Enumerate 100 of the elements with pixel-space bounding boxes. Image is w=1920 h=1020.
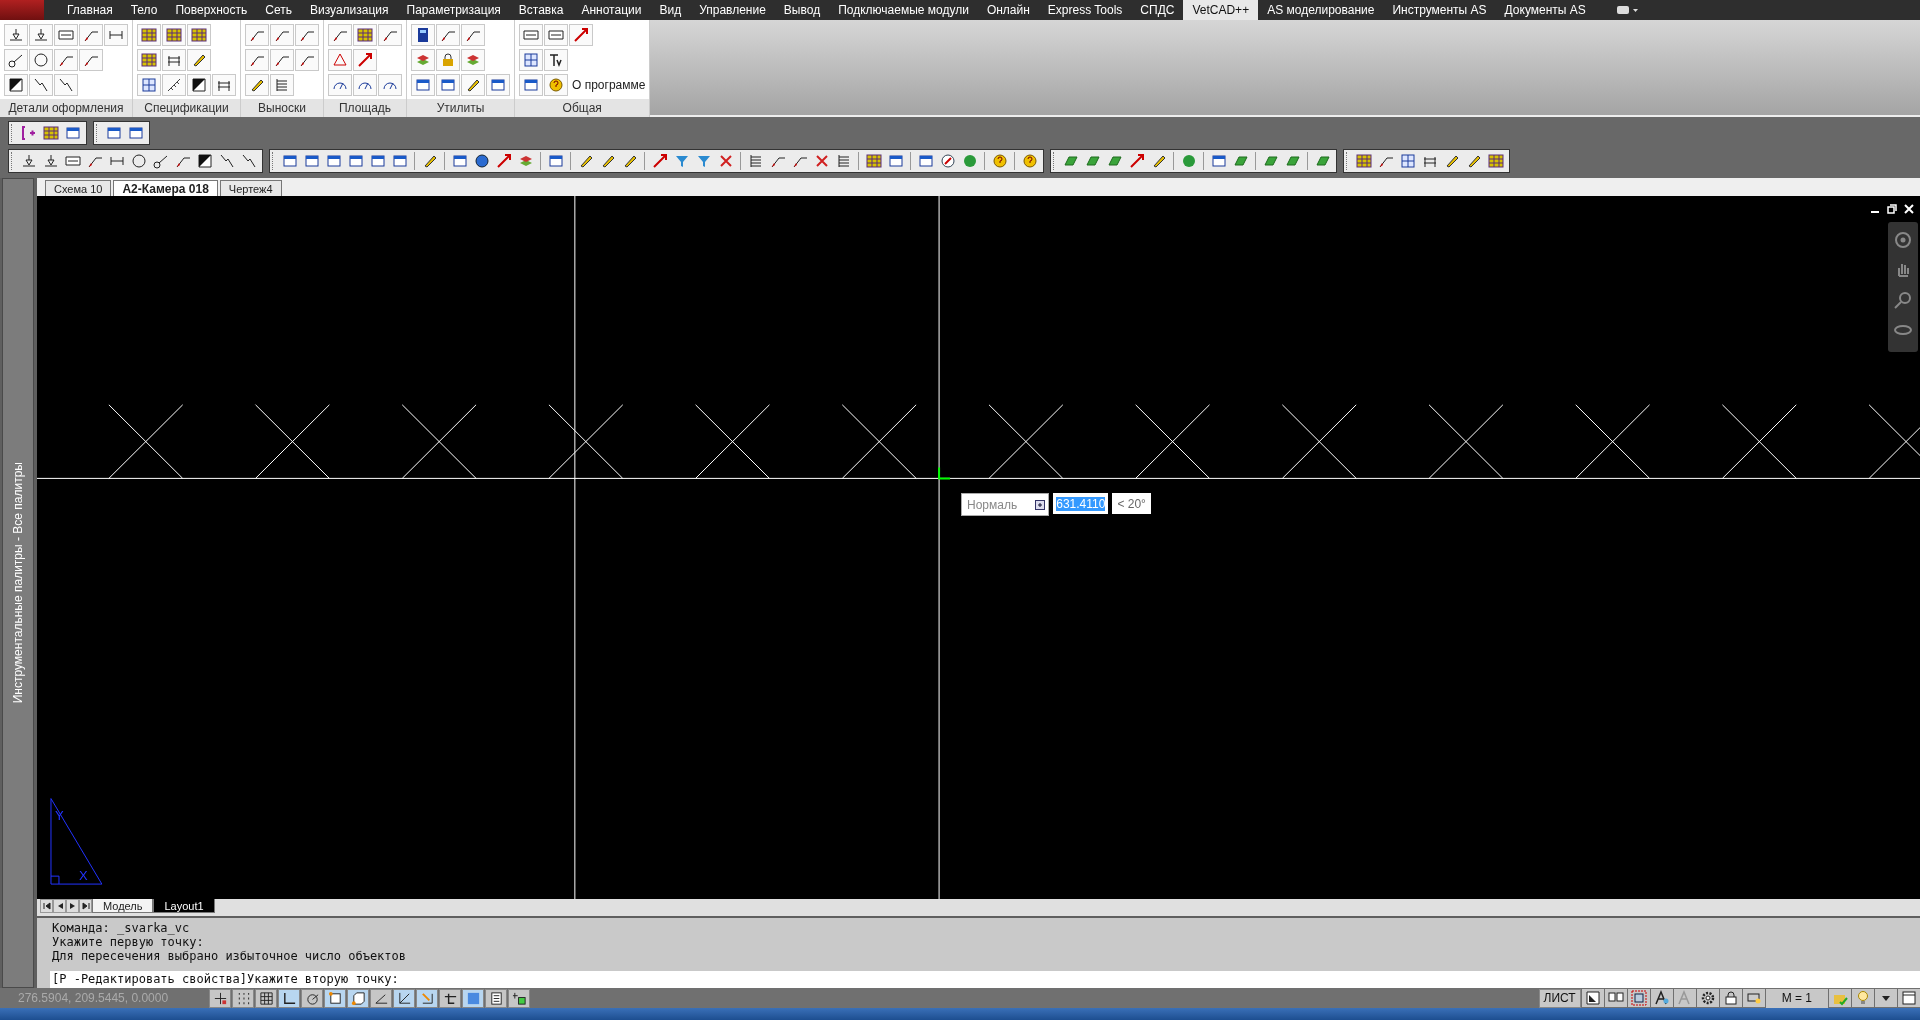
window-icon <box>127 125 144 141</box>
tool-button[interactable] <box>187 23 211 46</box>
status-toggle-button[interactable] <box>462 988 484 1008</box>
close-icon[interactable] <box>1904 204 1914 214</box>
status-toggle-button[interactable] <box>370 988 392 1008</box>
layout-tab[interactable]: Layout1 <box>153 899 215 913</box>
tool-button[interactable] <box>411 23 435 46</box>
settings-icon[interactable] <box>1696 989 1719 1007</box>
ribbon-tab[interactable]: Главная <box>58 0 122 20</box>
tool-button[interactable] <box>162 73 186 96</box>
ribbon-tab[interactable]: Вывод <box>774 0 830 20</box>
ribbon-tab[interactable]: Поверхность <box>166 0 257 20</box>
tool-button[interactable] <box>4 48 28 71</box>
status-toggle-button[interactable] <box>232 988 254 1008</box>
cube-icon <box>1284 153 1301 169</box>
command-history-line: Укажите первую точку: <box>52 935 205 949</box>
table-icon <box>1355 153 1372 169</box>
window-icon[interactable] <box>1898 989 1920 1007</box>
about-label[interactable]: О программе <box>572 77 646 92</box>
caret-icon[interactable] <box>1875 989 1897 1007</box>
ribbon-tab[interactable]: СПДС <box>1131 0 1184 20</box>
tool-button[interactable] <box>245 73 269 96</box>
status-toggle-button[interactable] <box>324 988 346 1008</box>
tool-button[interactable] <box>212 73 236 96</box>
drawing-tab[interactable]: А2-Камера 018 <box>113 180 218 196</box>
ribbon-tab[interactable]: Вид <box>650 0 691 20</box>
dropdown-icon[interactable] <box>1035 499 1046 510</box>
ribbon-tab[interactable]: Параметризация <box>397 0 510 20</box>
tool-button[interactable] <box>411 73 435 96</box>
two-windows-icon[interactable] <box>1604 989 1627 1007</box>
ribbon-tab[interactable]: Аннотации <box>572 0 651 20</box>
tool-button[interactable] <box>187 48 211 71</box>
ribbon-tab[interactable]: Онлайн <box>977 0 1039 20</box>
layout-tab[interactable]: Модель <box>92 899 154 913</box>
status-toggle-button[interactable] <box>485 988 507 1008</box>
level-mark-icon <box>42 153 59 169</box>
window-icon <box>325 153 342 169</box>
status-toggle-button[interactable] <box>347 988 369 1008</box>
status-toggle-button[interactable] <box>301 988 323 1008</box>
filter-icon <box>673 153 690 169</box>
dynamic-input-mode[interactable]: Нормаль <box>961 493 1050 516</box>
tool-button[interactable] <box>137 23 161 46</box>
ribbon-tab[interactable]: Управление <box>690 0 775 20</box>
ribbon-tab[interactable]: VetCAD++ <box>1183 0 1259 20</box>
status-toggle-button[interactable] <box>255 988 277 1008</box>
tool-button[interactable] <box>519 73 543 96</box>
ribbon-tab[interactable]: Вставка <box>509 0 573 20</box>
tool-button[interactable] <box>353 23 377 46</box>
status-toggle-button[interactable] <box>508 988 530 1008</box>
ribbon-tab[interactable]: Подключаемые модули <box>829 0 978 20</box>
tab-scroll-button[interactable] <box>53 899 66 913</box>
scale-readout: M = 1 <box>1765 988 1828 1008</box>
filled-corner-icon <box>191 76 207 93</box>
tool-button[interactable] <box>29 48 53 71</box>
help-icon <box>548 76 564 93</box>
restore-icon[interactable] <box>1887 204 1897 214</box>
status-toggle-button[interactable] <box>416 988 438 1008</box>
command-history-line: Команда: _svarka_vc <box>52 921 191 935</box>
status-toggle-button[interactable] <box>278 988 300 1008</box>
ribbon-tab[interactable]: Документы AS <box>1495 0 1595 20</box>
window-icon <box>105 125 122 141</box>
drawing-tab[interactable]: Схема 10 <box>45 180 112 196</box>
command-input-field[interactable]: [Р -Редактировать свойства]Укажите вторую точку: <box>50 971 1920 988</box>
ribbon-tab[interactable]: Express Tools <box>1038 0 1132 20</box>
tool-button[interactable] <box>4 73 28 96</box>
tool-button[interactable] <box>544 48 568 71</box>
layout-icon[interactable] <box>1581 989 1604 1007</box>
grid-icon <box>1399 153 1416 169</box>
ribbon-tab[interactable]: Сеть <box>256 0 301 20</box>
ribbon-tab[interactable]: Визуализация <box>300 0 398 20</box>
status-toggle-button[interactable] <box>209 988 231 1008</box>
tool-button[interactable] <box>436 73 460 96</box>
panel-toggle-icon[interactable] <box>1616 5 1639 15</box>
window-icon <box>303 153 320 169</box>
tool-button[interactable] <box>486 73 510 96</box>
tool-button[interactable] <box>461 73 485 96</box>
tab-scroll-button[interactable] <box>79 899 92 913</box>
ribbon-tab[interactable]: Тело <box>121 0 167 20</box>
zoom-icon[interactable] <box>1893 290 1913 310</box>
ribbon-tab[interactable]: AS моделирование <box>1258 0 1384 20</box>
angle-input-field[interactable]: < 20° <box>1112 493 1151 514</box>
annotation-scale-icon[interactable] <box>1650 989 1673 1007</box>
drawing-tab[interactable]: Чертеж4 <box>219 180 282 196</box>
panel-label: Спецификации <box>133 99 240 117</box>
space-toggle-button[interactable]: ЛИСТ <box>1538 988 1581 1008</box>
window-icon <box>347 153 364 169</box>
ribbon-tab[interactable]: Инструменты AS <box>1383 0 1496 20</box>
lock-icon[interactable] <box>1719 989 1742 1007</box>
tool-button[interactable] <box>137 48 161 71</box>
tool-button[interactable] <box>162 23 186 46</box>
table-icon <box>357 26 373 43</box>
tool-button[interactable] <box>187 73 211 96</box>
tool-palette-bar[interactable]: Инструментальные палитры - Все палитры <box>2 178 34 988</box>
tab-scroll-button[interactable] <box>40 899 53 913</box>
tab-scroll-button[interactable] <box>66 899 79 913</box>
wheel-icon[interactable] <box>1893 230 1913 250</box>
status-toggle-button[interactable] <box>393 988 415 1008</box>
status-toggle-button[interactable] <box>439 988 461 1008</box>
drawing-canvas[interactable]: Y X Нормаль 631.4110 < 20° <box>37 196 1920 899</box>
tool-button[interactable] <box>162 48 186 71</box>
